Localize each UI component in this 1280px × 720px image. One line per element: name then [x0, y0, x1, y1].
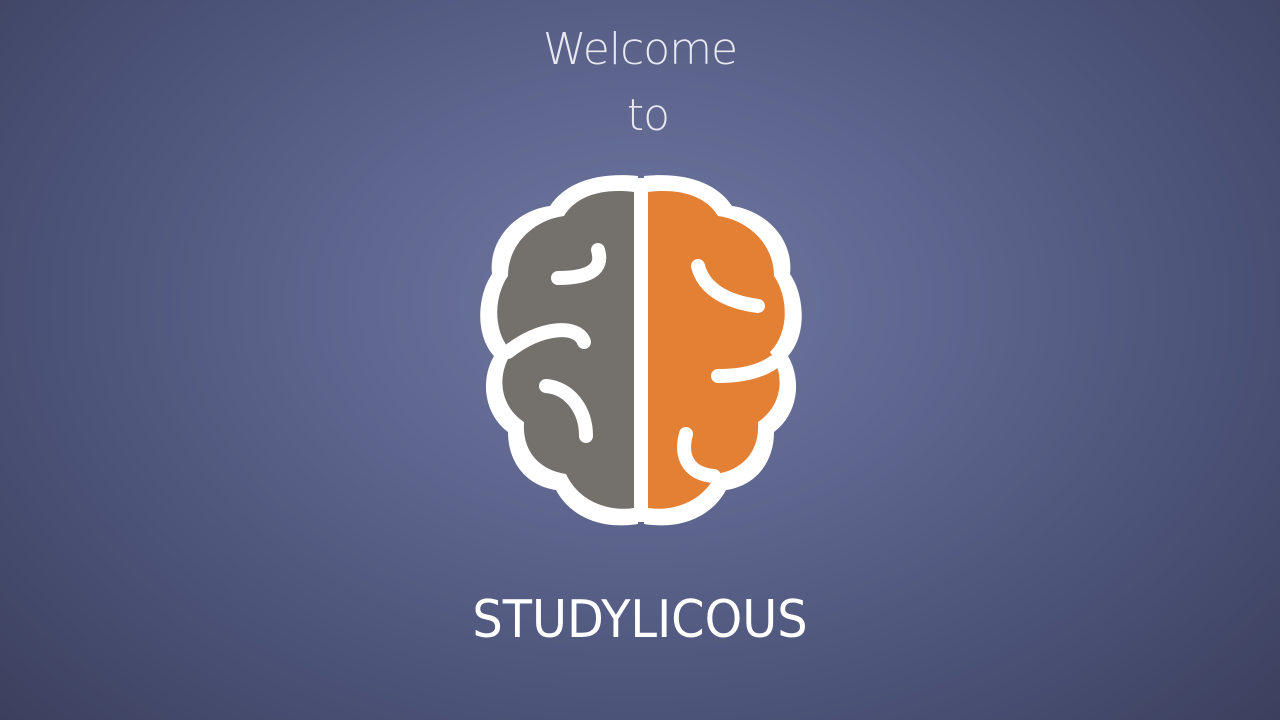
- app-name: STUDYLICOUS: [472, 590, 808, 650]
- to-text: to: [626, 90, 670, 141]
- brain-logo-icon: [478, 174, 804, 530]
- welcome-text: Welcome: [542, 24, 738, 75]
